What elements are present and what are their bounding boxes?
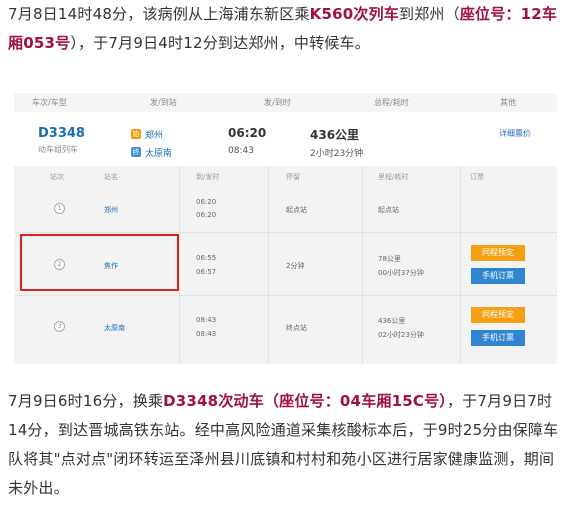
mobile-booking-button[interactable]: 手机订票 bbox=[471, 268, 525, 284]
header-time: 发/到时 bbox=[264, 98, 291, 107]
text-segment: 到郑州（ bbox=[399, 5, 460, 23]
start-badge: 始 bbox=[131, 129, 141, 139]
total-distance: 436公里 bbox=[310, 128, 360, 142]
elapsed: 02小时23分钟 bbox=[378, 331, 424, 339]
arr-time: 06:20 bbox=[196, 198, 217, 206]
col-times: 到/发时 bbox=[196, 173, 220, 181]
end-badge: 终 bbox=[131, 147, 141, 157]
departure-time: 06:20 bbox=[228, 126, 267, 140]
col-mileage: 里程/耗时 bbox=[378, 173, 409, 181]
train-schedule-panel: 车次/车型 发/到站 发/到时 总程/耗时 其他 D3348 动车组列车 始 郑… bbox=[14, 93, 557, 364]
col-stop: 停留 bbox=[286, 173, 300, 181]
reserve-button[interactable]: 同程预定 bbox=[471, 307, 525, 323]
text-segment: 7月8日14时48分，该病例从上海浦东新区乘 bbox=[8, 5, 310, 23]
header-train: 车次/车型 bbox=[32, 98, 67, 107]
highlight-train: D3348次动车（座位号：04车厢15C号） bbox=[163, 392, 447, 410]
dep-time: 06:20 bbox=[196, 211, 217, 219]
stop-row: 3 太原南 08:43 08:43 终点站 436公里 02小时23分钟 同程预… bbox=[14, 296, 557, 358]
mileage: 78公里 bbox=[378, 255, 401, 263]
stop-list-header: 站次 站名 到/发时 停留 里程/耗时 订票 bbox=[14, 166, 557, 186]
col-seq: 站次 bbox=[50, 173, 64, 181]
stop-duration: 2分钟 bbox=[286, 262, 305, 270]
seq-circle: 1 bbox=[54, 203, 65, 214]
mileage: 436公里 bbox=[378, 317, 406, 325]
train-number: D3348 bbox=[38, 126, 85, 141]
col-booking: 订票 bbox=[470, 173, 484, 181]
arrival-time: 08:43 bbox=[228, 146, 254, 156]
highlight-train: K560次列车 bbox=[309, 5, 400, 23]
elapsed: 00小时37分钟 bbox=[378, 269, 424, 277]
header-duration: 总程/耗时 bbox=[374, 98, 409, 107]
stop-duration: 起点站 bbox=[286, 206, 307, 214]
train-type: 动车组列车 bbox=[38, 145, 78, 154]
table-header: 车次/车型 发/到站 发/到时 总程/耗时 其他 bbox=[14, 93, 557, 113]
intro-paragraph: 7月8日14时48分，该病例从上海浦东新区乘K560次列车到郑州（座位号：12车… bbox=[8, 0, 564, 58]
transfer-paragraph: 7月9日6时16分，换乘D3348次动车（座位号：04车厢15C号），于7月9日… bbox=[8, 387, 564, 503]
from-station[interactable]: 郑州 bbox=[145, 128, 163, 141]
highlight-box bbox=[20, 234, 179, 291]
stop-row: 1 郑州 06:20 06:20 起点站 起点站 bbox=[14, 186, 557, 232]
station-name[interactable]: 太原南 bbox=[104, 323, 125, 333]
col-station: 站名 bbox=[104, 173, 118, 181]
price-detail-link[interactable]: 详细票价 bbox=[499, 128, 531, 139]
arr-time: 06:55 bbox=[196, 254, 217, 262]
reserve-button[interactable]: 同程预定 bbox=[471, 245, 525, 261]
text-segment: ），于7月9日4时12分到达郑州，中转候车。 bbox=[70, 34, 370, 52]
total-duration: 2小时23分钟 bbox=[310, 149, 364, 159]
header-station: 发/到站 bbox=[150, 98, 177, 107]
seq-circle: 3 bbox=[54, 321, 65, 332]
arr-time: 08:43 bbox=[196, 316, 217, 324]
train-summary: D3348 动车组列车 始 郑州 终 太原南 06:20 08:43 436公里… bbox=[14, 112, 557, 166]
stop-duration: 终点站 bbox=[286, 324, 307, 332]
header-other: 其他 bbox=[500, 98, 516, 107]
text-segment: 7月9日6时16分，换乘 bbox=[8, 392, 164, 410]
dep-time: 06:57 bbox=[196, 268, 217, 276]
to-station[interactable]: 太原南 bbox=[145, 146, 172, 159]
station-name[interactable]: 郑州 bbox=[104, 205, 118, 215]
dep-time: 08:43 bbox=[196, 330, 217, 338]
mileage: 起点站 bbox=[378, 206, 399, 214]
mobile-booking-button[interactable]: 手机订票 bbox=[471, 330, 525, 346]
